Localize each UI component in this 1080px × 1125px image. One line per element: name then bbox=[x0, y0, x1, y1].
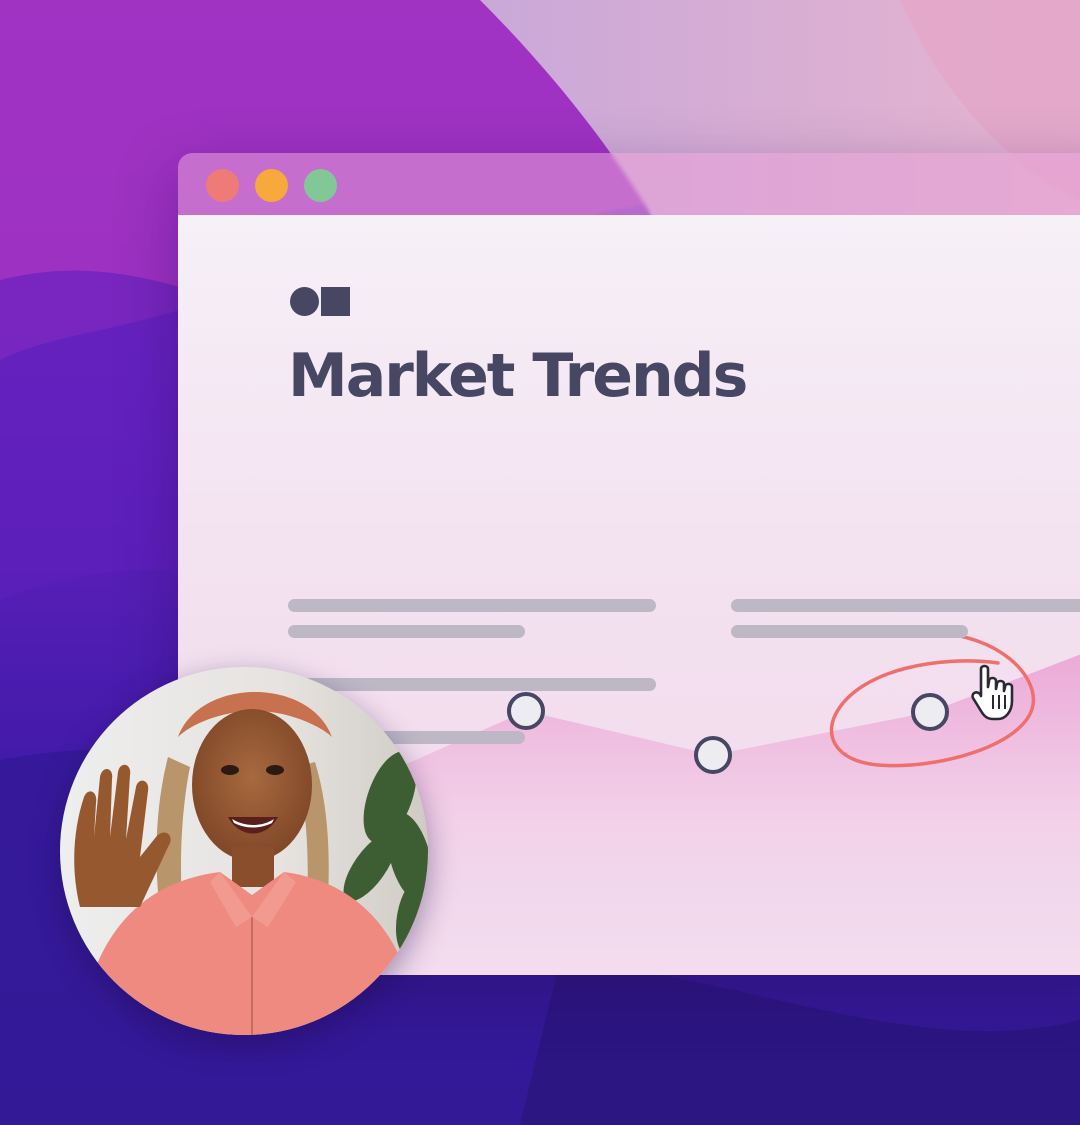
minimize-button[interactable] bbox=[255, 169, 288, 202]
window-titlebar[interactable] bbox=[178, 153, 1080, 215]
placeholder-line bbox=[288, 678, 656, 691]
placeholder-line bbox=[288, 625, 525, 638]
logo-square bbox=[321, 287, 350, 316]
chart-point-3 bbox=[911, 693, 949, 731]
page-title: Market Trends bbox=[288, 341, 748, 411]
face bbox=[192, 709, 312, 861]
zoom-button[interactable] bbox=[304, 169, 337, 202]
chart-point-2 bbox=[694, 736, 732, 774]
presenter-webcam-bubble[interactable] bbox=[60, 667, 428, 1035]
placeholder-line bbox=[731, 599, 1080, 612]
placeholder-line bbox=[288, 599, 656, 612]
placeholder-line bbox=[731, 625, 968, 638]
close-button[interactable] bbox=[206, 169, 239, 202]
presenter-video bbox=[60, 667, 428, 1035]
circle-square-logo bbox=[290, 287, 350, 316]
logo-circle bbox=[290, 287, 319, 316]
chart-point-1 bbox=[507, 692, 545, 730]
